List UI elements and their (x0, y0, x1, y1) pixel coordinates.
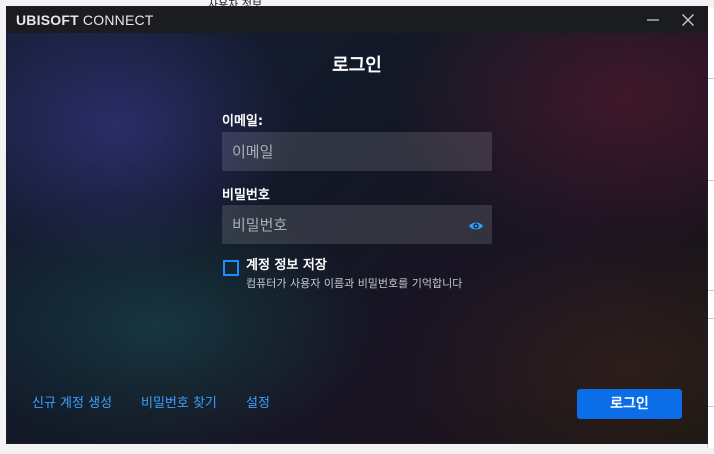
background-divider (708, 318, 714, 319)
remember-account-checkbox[interactable] (223, 260, 239, 276)
password-label: 비밀번호 (222, 188, 270, 203)
title-bar[interactable]: UBISOFT CONNECT (7, 7, 707, 33)
close-button[interactable] (671, 7, 705, 33)
minimize-icon (647, 19, 659, 21)
background-window-edge (707, 8, 714, 448)
background-divider (708, 406, 714, 407)
create-account-link[interactable]: 신규 계정 생성 (32, 396, 112, 412)
email-field[interactable] (222, 132, 492, 171)
background-divider (708, 290, 714, 291)
forgot-password-link[interactable]: 비밀번호 찾기 (141, 396, 217, 412)
remember-account-label[interactable]: 계정 정보 저장 (246, 258, 327, 274)
settings-link[interactable]: 설정 (246, 396, 270, 412)
page-title: 로그인 (332, 55, 382, 76)
ubisoft-connect-window: UBISOFT CONNECT 로그인 이메일: 비밀번호 계정 정보 저장 컴… (7, 7, 707, 443)
remember-account-hint: 컴퓨터가 사용자 이름과 비밀번호를 기억합니다 (246, 277, 463, 290)
password-field[interactable] (222, 205, 492, 244)
email-label: 이메일: (222, 114, 264, 129)
app-title-product: CONNECT (78, 12, 154, 28)
background-divider (708, 78, 714, 79)
background-divider (708, 180, 714, 181)
app-title-brand: UBISOFT (16, 12, 79, 28)
app-title: UBISOFT CONNECT (16, 12, 154, 28)
eye-icon[interactable] (468, 220, 484, 232)
minimize-button[interactable] (636, 7, 670, 33)
close-icon (682, 14, 694, 26)
login-button[interactable]: 로그인 (577, 389, 682, 419)
